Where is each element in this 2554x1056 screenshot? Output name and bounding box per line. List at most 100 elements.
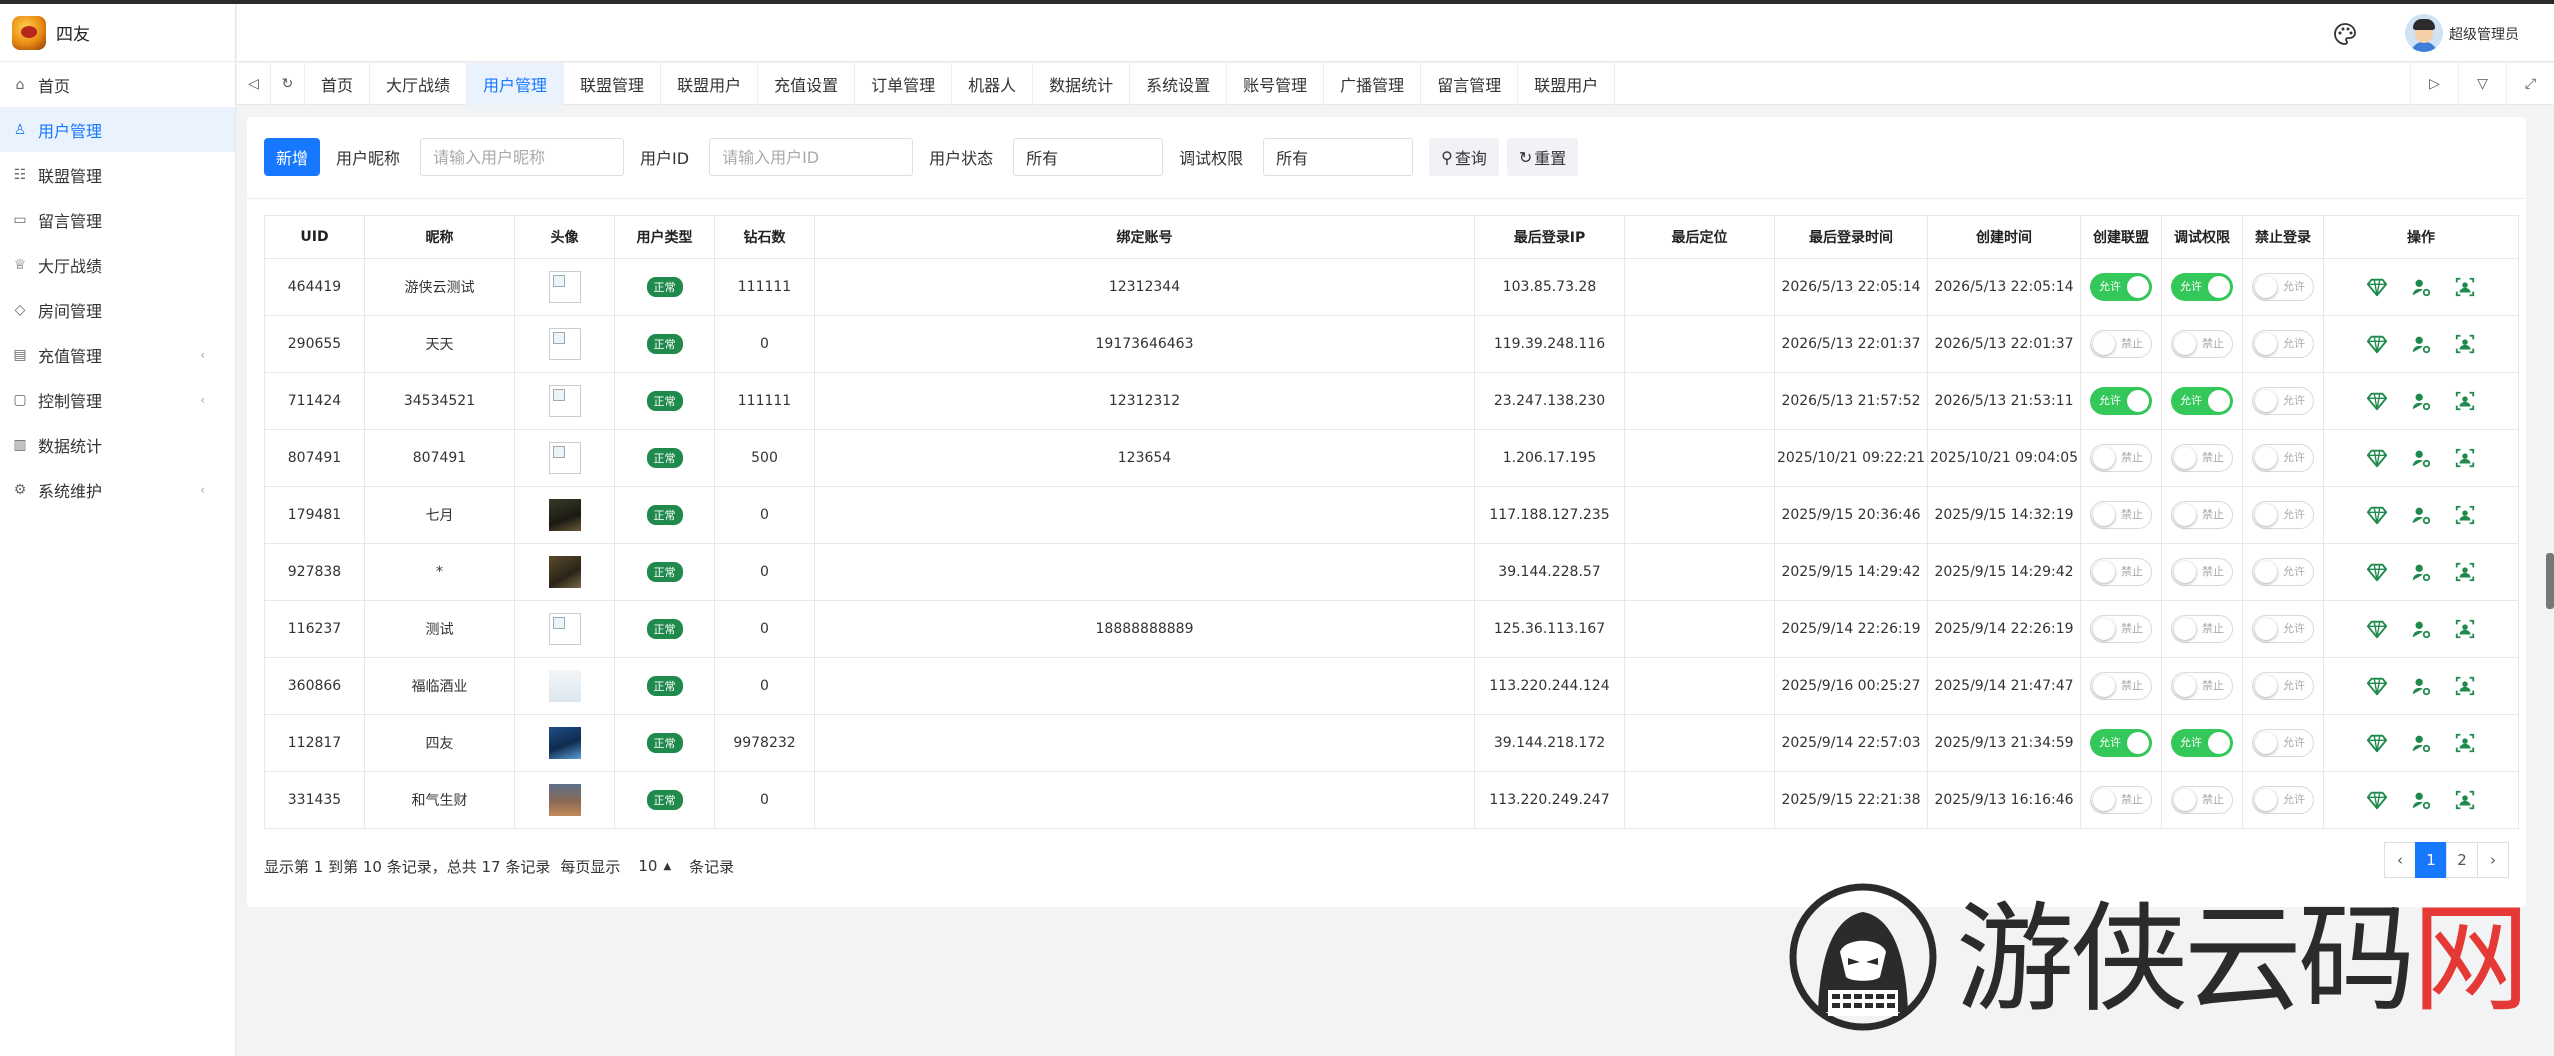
create-alliance-toggle[interactable]: 禁止 [2090, 444, 2152, 472]
page-button[interactable]: 2 [2446, 842, 2478, 878]
tab-item[interactable]: 用户管理 [467, 63, 565, 105]
ban-login-toggle[interactable]: 允许 [2252, 387, 2314, 415]
debug-permission-toggle[interactable]: 允许 [2171, 729, 2233, 757]
debug-permission-toggle[interactable]: 禁止 [2171, 672, 2233, 700]
user-gear-icon[interactable] [2407, 502, 2435, 528]
tab-item[interactable]: 首页 [305, 63, 371, 105]
page-button[interactable]: 1 [2415, 842, 2447, 878]
sidebar-item-2[interactable]: ☷ 联盟管理 [0, 152, 235, 197]
sidebar-item-5[interactable]: ◇ 房间管理 [0, 287, 235, 332]
sidebar-item-4[interactable]: ♕ 大厅战绩 [0, 242, 235, 287]
create-alliance-toggle[interactable]: 禁止 [2090, 672, 2152, 700]
debug-permission-toggle[interactable]: 禁止 [2171, 501, 2233, 529]
ban-login-toggle[interactable]: 允许 [2252, 330, 2314, 358]
debug-permission-toggle[interactable]: 禁止 [2171, 786, 2233, 814]
ban-login-toggle[interactable]: 允许 [2252, 273, 2314, 301]
tab-item[interactable]: 联盟用户 [661, 63, 759, 105]
create-alliance-toggle[interactable]: 允许 [2090, 387, 2152, 415]
user-id-icon[interactable] [2451, 673, 2479, 699]
debug-permission-select[interactable]: 所有 [1263, 138, 1414, 176]
diamond-icon[interactable] [2363, 388, 2391, 414]
tab-item[interactable]: 系统设置 [1130, 63, 1228, 105]
tab-item[interactable]: 机器人 [952, 63, 1034, 105]
sidebar-item-7[interactable]: ▢ 控制管理 ‹ [0, 377, 235, 422]
diamond-icon[interactable] [2363, 445, 2391, 471]
create-alliance-toggle[interactable]: 禁止 [2090, 501, 2152, 529]
tab-item[interactable]: 联盟管理 [564, 63, 662, 105]
diamond-icon[interactable] [2363, 673, 2391, 699]
diamond-icon[interactable] [2363, 559, 2391, 585]
tab-item[interactable]: 订单管理 [855, 63, 953, 105]
user-gear-icon[interactable] [2407, 559, 2435, 585]
user-gear-icon[interactable] [2407, 274, 2435, 300]
refresh-button[interactable]: ↻ [271, 63, 305, 105]
sidebar-item-0[interactable]: ⌂ 首页 [0, 62, 235, 107]
debug-permission-toggle[interactable]: 禁止 [2171, 615, 2233, 643]
create-alliance-toggle[interactable]: 禁止 [2090, 330, 2152, 358]
user-gear-icon[interactable] [2407, 331, 2435, 357]
tab-item[interactable]: 留言管理 [1421, 63, 1519, 105]
debug-permission-toggle[interactable]: 允许 [2171, 387, 2233, 415]
tab-item[interactable]: 充值设置 [758, 63, 856, 105]
user-gear-icon[interactable] [2407, 445, 2435, 471]
diamond-icon[interactable] [2363, 730, 2391, 756]
sidebar-item-1[interactable]: ♙ 用户管理 [0, 107, 235, 152]
admin-name[interactable]: 超级管理员 [2449, 24, 2519, 44]
tab-item[interactable]: 联盟用户 [1518, 63, 1616, 105]
ban-login-toggle[interactable]: 允许 [2252, 444, 2314, 472]
user-id-icon[interactable] [2451, 388, 2479, 414]
user-id-icon[interactable] [2451, 502, 2479, 528]
scroll-handle[interactable] [2546, 553, 2554, 609]
create-alliance-toggle[interactable]: 禁止 [2090, 615, 2152, 643]
add-user-button[interactable]: 新增 [264, 138, 320, 176]
next-page-button[interactable]: › [2477, 842, 2509, 878]
tab-item[interactable]: 大厅战绩 [370, 63, 468, 105]
create-alliance-toggle[interactable]: 禁止 [2090, 786, 2152, 814]
user-gear-icon[interactable] [2407, 388, 2435, 414]
sidebar-item-6[interactable]: ▤ 充值管理 ‹ [0, 332, 235, 377]
tab-item[interactable]: 账号管理 [1227, 63, 1325, 105]
create-alliance-toggle[interactable]: 禁止 [2090, 558, 2152, 586]
user-id-icon[interactable] [2451, 274, 2479, 300]
sidebar-item-8[interactable]: ▥ 数据统计 [0, 422, 235, 467]
brand[interactable]: 四友 [0, 4, 235, 62]
debug-permission-toggle[interactable]: 允许 [2171, 273, 2233, 301]
user-id-icon[interactable] [2451, 331, 2479, 357]
user-gear-icon[interactable] [2407, 730, 2435, 756]
tab-item[interactable]: 广播管理 [1324, 63, 1422, 105]
uid-input[interactable] [709, 138, 914, 176]
user-id-icon[interactable] [2451, 787, 2479, 813]
ban-login-toggle[interactable]: 允许 [2252, 729, 2314, 757]
diamond-icon[interactable] [2363, 274, 2391, 300]
status-select[interactable]: 所有 [1013, 138, 1164, 176]
per-page-select[interactable]: 10 ▲ [630, 850, 679, 882]
fullscreen-button[interactable]: ⤢ [2506, 63, 2554, 105]
tabs-scroll-left-button[interactable]: ◁ [237, 63, 271, 105]
diamond-icon[interactable] [2363, 502, 2391, 528]
user-id-icon[interactable] [2451, 730, 2479, 756]
user-id-icon[interactable] [2451, 559, 2479, 585]
ban-login-toggle[interactable]: 允许 [2252, 501, 2314, 529]
debug-permission-toggle[interactable]: 禁止 [2171, 558, 2233, 586]
tabs-scroll-right-button[interactable]: ▷ [2410, 63, 2458, 105]
admin-avatar[interactable] [2405, 14, 2443, 52]
sidebar-item-9[interactable]: ⚙ 系统维护 ‹ [0, 467, 235, 512]
user-id-icon[interactable] [2451, 445, 2479, 471]
tabs-menu-button[interactable]: ▽ [2458, 63, 2506, 105]
debug-permission-toggle[interactable]: 禁止 [2171, 444, 2233, 472]
reset-button[interactable]: ↻ 重置 [1506, 138, 1579, 176]
create-alliance-toggle[interactable]: 允许 [2090, 273, 2152, 301]
user-gear-icon[interactable] [2407, 673, 2435, 699]
user-id-icon[interactable] [2451, 616, 2479, 642]
sidebar-item-3[interactable]: ▭ 留言管理 [0, 197, 235, 242]
tab-item[interactable]: 数据统计 [1033, 63, 1131, 105]
nickname-input[interactable] [420, 138, 625, 176]
palette-icon[interactable] [2333, 22, 2357, 46]
user-gear-icon[interactable] [2407, 787, 2435, 813]
debug-permission-toggle[interactable]: 禁止 [2171, 330, 2233, 358]
ban-login-toggle[interactable]: 允许 [2252, 786, 2314, 814]
ban-login-toggle[interactable]: 允许 [2252, 615, 2314, 643]
ban-login-toggle[interactable]: 允许 [2252, 672, 2314, 700]
query-button[interactable]: ⚲ 查询 [1429, 138, 1499, 176]
prev-page-button[interactable]: ‹ [2384, 842, 2416, 878]
